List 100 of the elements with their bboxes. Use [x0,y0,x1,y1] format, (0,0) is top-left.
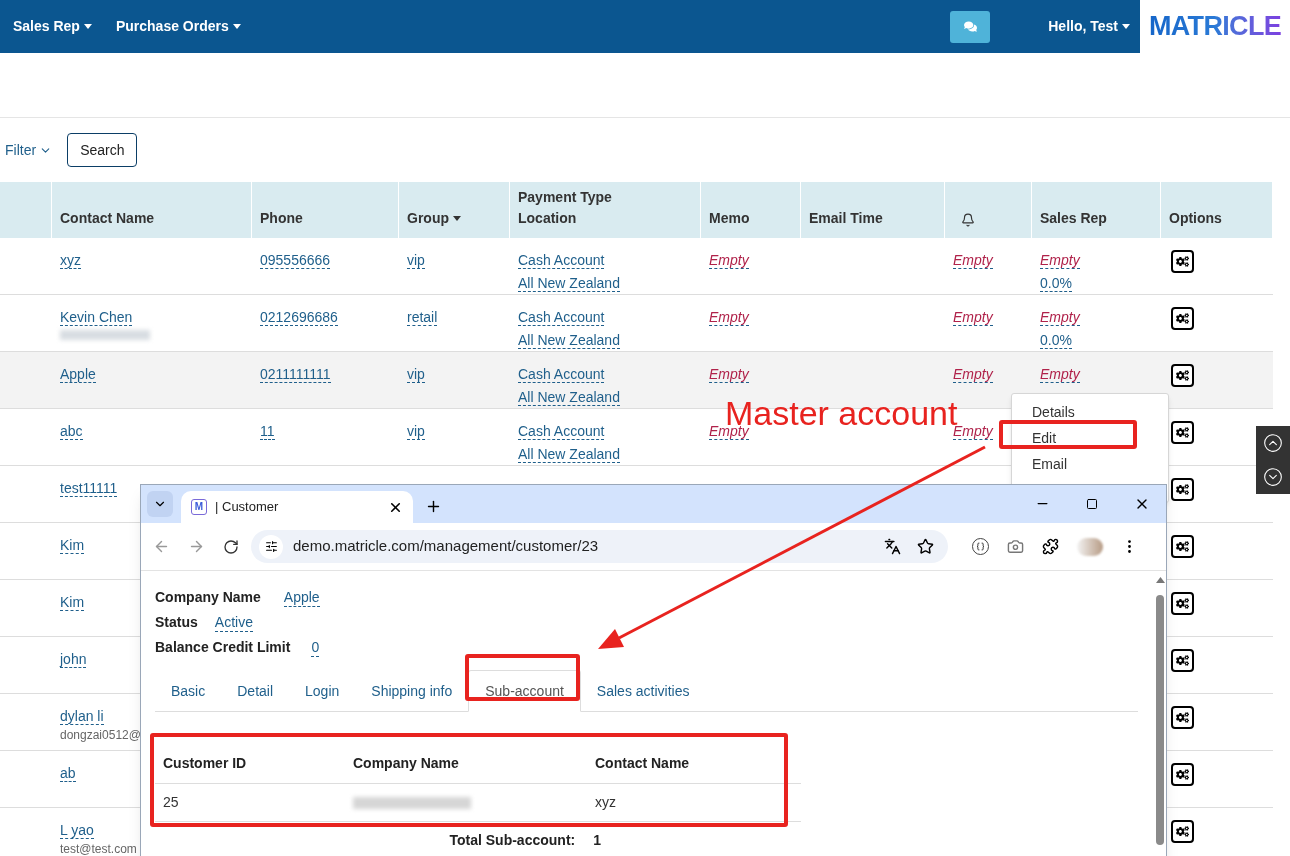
contact-link[interactable]: test11111 [60,480,118,497]
options-button[interactable] [1171,649,1194,672]
contact-link[interactable]: ab [60,765,76,782]
page-tab[interactable]: Basic [155,670,222,712]
tab-list-button[interactable] [147,491,173,517]
column-header: Customer ID [163,755,247,771]
page-tab[interactable]: Login [289,670,356,712]
column-header: Phone [260,209,303,228]
scroll-down-icon[interactable] [1263,467,1283,487]
email-text: test@test.com [60,842,138,856]
page-tab[interactable]: Detail [221,670,290,712]
payment-type-link[interactable]: Cash Account [518,252,605,269]
options-button[interactable] [1171,592,1194,615]
page-tab[interactable]: Shipping info [355,670,469,712]
column-header[interactable]: Group [407,208,449,229]
url-text: demo.matricle.com/management/customer/23 [293,536,600,557]
menu-item[interactable]: Edit [1032,430,1057,446]
options-button[interactable] [1171,763,1194,786]
field-value[interactable]: 0 [311,638,320,657]
sales-rep-link[interactable]: Empty [1040,309,1080,326]
gears-icon [1176,426,1189,439]
group-link[interactable]: retail [407,309,438,326]
gears-icon [1176,825,1189,838]
column-header: Contact Name [60,209,155,228]
field-label: Company Name [155,588,261,607]
contact-link[interactable]: L yao [60,822,94,839]
scroll-up-icon[interactable] [1263,433,1283,453]
payment-type-link[interactable]: Cash Account [518,423,605,440]
reminder-link[interactable]: Empty [953,309,993,326]
maximize-icon[interactable] [1086,498,1098,510]
table-cell: 25 [163,794,179,810]
options-button[interactable] [1171,307,1194,330]
gears-icon [1176,711,1189,724]
back-icon[interactable] [153,538,170,555]
payment-type-link[interactable]: Cash Account [518,366,605,383]
site-settings-icon[interactable] [259,534,283,559]
menu-item[interactable]: Email [1032,456,1067,472]
sales-rep-link[interactable]: Empty [1040,252,1080,269]
memo-link[interactable]: Empty [709,366,749,383]
table-cell: xyz [595,794,616,810]
options-button[interactable] [1171,364,1194,387]
memo-link[interactable]: Empty [709,309,749,326]
address-bar[interactable]: demo.matricle.com/management/customer/23 [251,530,948,563]
camera-icon[interactable] [1007,538,1024,555]
search-button[interactable]: Search [67,133,138,167]
contact-link[interactable]: Kim [60,537,85,554]
forward-icon[interactable] [188,538,205,555]
column-header: Payment Type [518,188,612,207]
field-value[interactable]: Active [214,613,253,632]
reload-icon[interactable] [223,538,239,555]
page-tab[interactable]: Sales activities [580,670,706,712]
memo-link[interactable]: Empty [709,252,749,269]
column-header: Memo [709,209,750,228]
sales-rep-link[interactable]: Empty [1040,366,1080,383]
location-link[interactable]: All New Zealand [518,389,620,406]
browser-tab[interactable]: M | Customer [181,491,413,523]
gears-icon [1176,597,1189,610]
contact-link[interactable]: abc [60,423,83,440]
options-button[interactable] [1171,535,1194,558]
menu-item[interactable]: Details [1032,404,1075,420]
contact-link[interactable]: xyz [60,252,81,269]
contact-link[interactable]: Kevin Chen [60,309,133,326]
contact-link[interactable]: dylan li [60,708,104,725]
chat-icon [963,20,977,33]
location-link[interactable]: All New Zealand [518,446,620,463]
chat-button[interactable] [950,10,991,43]
user-menu[interactable]: Hello, Test [1048,16,1130,37]
group-link[interactable]: vip [407,423,425,440]
nav-menu[interactable]: Sales Rep [13,16,92,37]
commission-link[interactable]: 0.0% [1040,332,1072,349]
location-link[interactable]: All New Zealand [518,275,620,292]
extensions-icon[interactable] [1042,538,1059,555]
reminder-link[interactable]: Empty [953,366,993,383]
contact-link[interactable]: Kim [60,594,85,611]
field-value[interactable]: Apple [283,588,320,607]
phone-link[interactable]: 0211111111 [260,366,331,383]
phone-link[interactable]: 11 [260,423,275,440]
caret-icon [232,24,241,29]
options-button[interactable] [1171,478,1194,501]
group-link[interactable]: vip [407,366,425,383]
translate-icon[interactable] [884,538,901,555]
star-icon[interactable] [917,538,934,555]
filter-toggle[interactable]: Filter [5,139,53,161]
payment-type-link[interactable]: Cash Account [518,309,605,326]
gears-icon [1176,312,1189,325]
options-button[interactable] [1171,250,1194,273]
tab-title: | Customer [215,498,280,517]
phone-link[interactable]: 095556666 [260,252,331,269]
group-link[interactable]: vip [407,252,425,269]
new-tab-icon[interactable] [425,498,442,515]
options-button[interactable] [1171,706,1194,729]
commission-link[interactable]: 0.0% [1040,275,1072,292]
phone-link[interactable]: 0212696686 [260,309,338,326]
reminder-link[interactable]: Empty [953,252,993,269]
options-button[interactable] [1171,421,1194,444]
contact-link[interactable]: john [60,651,87,668]
options-button[interactable] [1171,820,1194,843]
location-link[interactable]: All New Zealand [518,332,620,349]
nav-menu[interactable]: Purchase Orders [115,16,241,37]
contact-link[interactable]: Apple [60,366,96,383]
